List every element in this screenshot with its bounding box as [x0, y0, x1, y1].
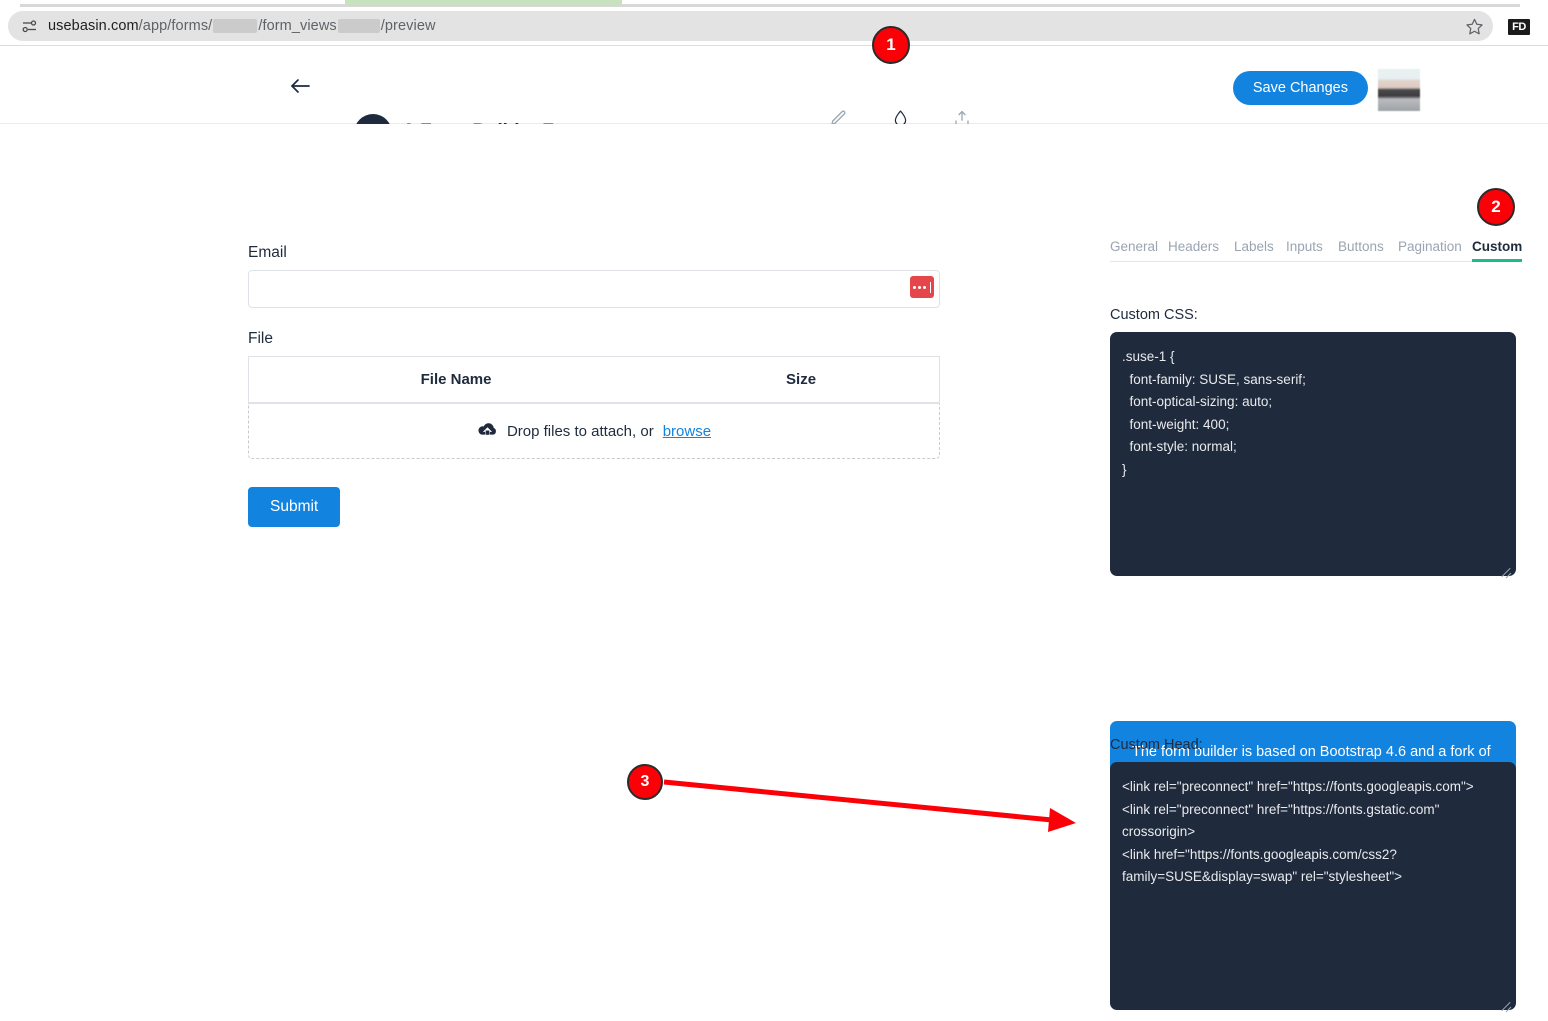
file-table: File Name Size — [248, 356, 940, 403]
file-table-col-filename: File Name — [420, 371, 492, 388]
url-text: usebasin.com/app/forms/ /form_views/previ… — [48, 18, 436, 34]
panel-tab-headers[interactable]: Headers — [1168, 239, 1219, 254]
file-dropzone[interactable]: Drop files to attach, or browse — [248, 403, 940, 459]
file-table-header-row: File Name Size — [249, 357, 940, 403]
submit-button[interactable]: Submit — [248, 487, 341, 527]
url-path-3: /preview — [380, 18, 436, 34]
file-field-label: File — [248, 330, 273, 347]
url-redacted-view-id — [337, 19, 380, 33]
app-header: A Form Builder Form Build Design — [0, 46, 1548, 157]
email-field-label: Email — [248, 244, 287, 261]
address-bar[interactable]: usebasin.com/app/forms/ /form_views/previ… — [8, 11, 1493, 41]
browse-link[interactable]: browse — [663, 423, 711, 440]
panel-tab-buttons[interactable]: Buttons — [1338, 239, 1384, 254]
url-path-2: /form_views — [258, 18, 337, 34]
form-preview: Email File File Name Size Drop files to … — [248, 244, 940, 527]
avatar[interactable] — [1378, 69, 1420, 111]
custom-css-label: Custom CSS: — [1110, 307, 1198, 323]
site-settings-icon[interactable] — [16, 13, 42, 39]
panel-tab-general[interactable]: General — [1110, 239, 1158, 254]
url-host: usebasin.com — [48, 18, 139, 34]
panel-tab-custom-underline — [1472, 259, 1523, 262]
autofill-badge-icon[interactable] — [910, 276, 934, 298]
back-arrow-icon[interactable] — [286, 74, 314, 98]
panel-tab-pagination-label: Pagination — [1398, 239, 1462, 254]
custom-css-textarea[interactable] — [1110, 332, 1516, 576]
annotation-marker-1: 1 — [872, 26, 910, 64]
browser-tab-strip — [0, 0, 1548, 7]
save-changes-button[interactable]: Save Changes — [1232, 71, 1368, 105]
panel-tab-custom-label: Custom — [1472, 239, 1523, 254]
active-browser-tab[interactable] — [345, 0, 622, 6]
annotation-marker-3: 3 — [627, 764, 663, 800]
email-input[interactable] — [249, 271, 939, 307]
panel-tab-buttons-label: Buttons — [1338, 239, 1384, 254]
panel-tab-labels[interactable]: Labels — [1234, 239, 1274, 254]
extension-badge[interactable]: FD — [1508, 19, 1530, 35]
email-input-wrapper[interactable] — [248, 270, 940, 308]
star-icon[interactable] — [1462, 14, 1486, 38]
panel-tab-labels-label: Labels — [1234, 239, 1274, 254]
custom-head-textarea[interactable] — [1110, 762, 1516, 1010]
panel-tab-inputs-label: Inputs — [1286, 239, 1323, 254]
dropzone-text: Drop files to attach, or — [506, 422, 654, 440]
panel-tab-pagination[interactable]: Pagination — [1398, 239, 1462, 254]
cloud-upload-icon — [477, 421, 498, 442]
url-path-1: /app/forms/ — [138, 18, 213, 34]
file-table-col-size: Size — [786, 371, 817, 388]
panel-tab-inputs[interactable]: Inputs — [1286, 239, 1323, 254]
custom-head-label: Custom Head: — [1110, 737, 1203, 753]
annotation-arrow — [663, 779, 1076, 832]
annotation-marker-2: 2 — [1477, 188, 1515, 226]
design-panel-tabs: General Headers Labels Inputs Buttons Pa… — [1110, 228, 1523, 262]
browser-toolbar: usebasin.com/app/forms/ /form_views/previ… — [0, 7, 1548, 45]
file-field-block: File File Name Size Drop files to attach… — [248, 330, 940, 459]
workspace: Email File File Name Size Drop files to … — [0, 124, 1548, 1021]
panel-tab-general-label: General — [1110, 239, 1159, 254]
panel-tab-headers-label: Headers — [1168, 239, 1220, 254]
panel-tab-custom[interactable]: Custom — [1472, 239, 1523, 262]
url-redacted-form-id — [213, 19, 258, 33]
